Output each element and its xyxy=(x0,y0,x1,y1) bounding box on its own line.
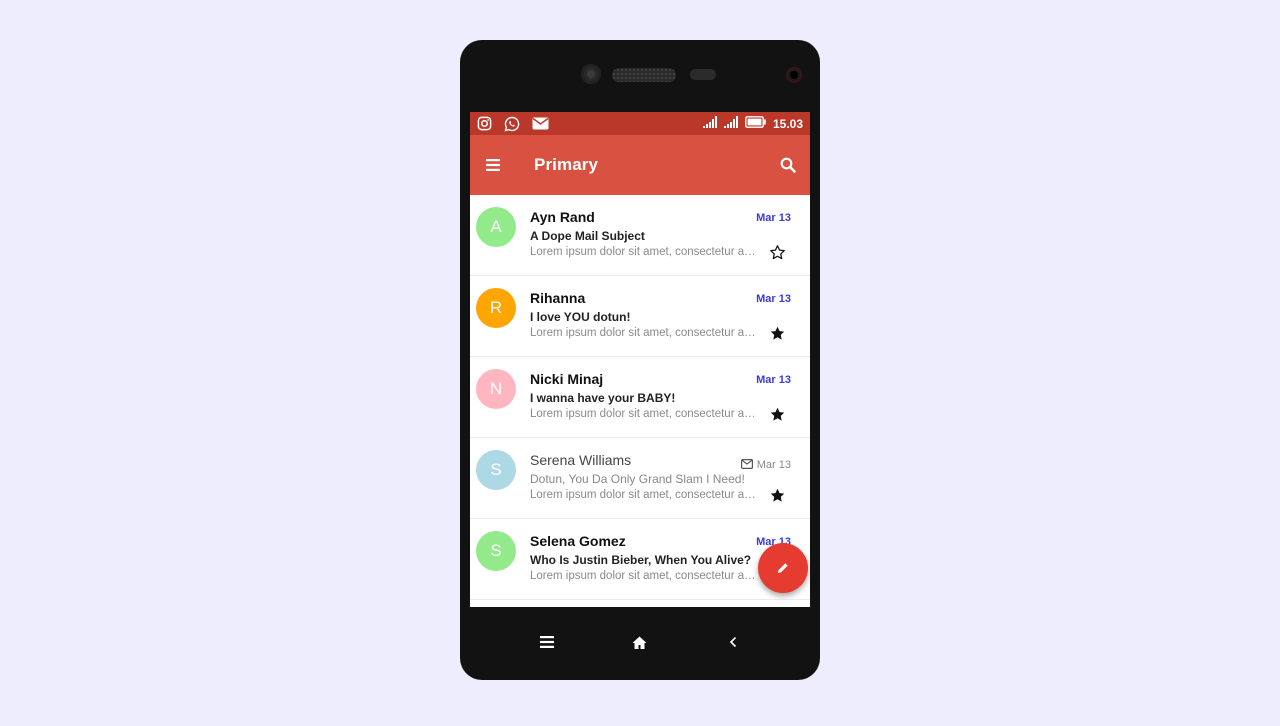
mail-snippet: Lorem ipsum dolor sit amet, consectetur … xyxy=(530,246,756,258)
signal-icon xyxy=(702,115,719,133)
mail-sender: Ayn Rand xyxy=(530,209,595,225)
mail-snippet: Lorem ipsum dolor sit amet, consectetur … xyxy=(530,327,756,339)
mail-date: Mar 13 xyxy=(756,459,791,471)
mail-snippet: Lorem ipsum dolor sit amet, consectetur … xyxy=(530,570,756,582)
page-title: Primary xyxy=(534,155,599,174)
status-right: 15.03 xyxy=(702,115,803,133)
mail-subject: I wanna have your BABY! xyxy=(530,391,676,405)
app-bar: Primary xyxy=(470,135,810,195)
menu-icon xyxy=(539,636,554,648)
avatar: R xyxy=(476,288,516,328)
battery-icon xyxy=(745,115,766,133)
camera-dot xyxy=(786,67,802,83)
mail-list-item[interactable]: S Serena Williams Dotun, You Da Only Grand… xyxy=(470,438,810,519)
back-icon xyxy=(730,636,737,648)
mail-date: Mar 13 xyxy=(756,212,791,224)
notification-icons xyxy=(477,116,549,132)
star-filled-icon[interactable] xyxy=(769,406,787,424)
mail-sender: Nicki Minaj xyxy=(530,371,604,387)
screen: 15.03 Primary A Ayn Rand A Dope Mail Subje… xyxy=(470,112,810,607)
whatsapp-icon xyxy=(504,116,520,132)
envelope-icon xyxy=(740,456,753,474)
avatar: S xyxy=(476,531,516,571)
star-filled-icon[interactable] xyxy=(769,487,787,505)
mail-icon xyxy=(532,117,549,130)
mail-subject: I love YOU dotun! xyxy=(530,310,631,324)
status-bar: 15.03 xyxy=(470,112,810,135)
nav-menu-button[interactable] xyxy=(535,630,559,654)
system-nav-bar xyxy=(460,620,820,664)
search-button[interactable] xyxy=(780,157,796,173)
proximity-sensor xyxy=(690,69,716,80)
avatar: S xyxy=(476,450,516,490)
mail-subject: A Dope Mail Subject xyxy=(530,229,645,243)
mail-sender: Serena Williams xyxy=(530,452,632,468)
avatar: A xyxy=(476,207,516,247)
search-icon xyxy=(780,157,796,173)
signal-icon-2 xyxy=(723,115,740,133)
mail-list-item[interactable]: N Nicki Minaj I wanna have your BABY! Lorem… xyxy=(470,357,810,438)
mail-list: A Ayn Rand A Dope Mail Subject Lorem ipsum … xyxy=(470,195,810,600)
pencil-icon xyxy=(778,562,789,573)
mail-date: Mar 13 xyxy=(756,374,791,386)
nav-home-button[interactable] xyxy=(628,630,652,654)
mail-list-item[interactable]: A Ayn Rand A Dope Mail Subject Lorem ipsum … xyxy=(470,195,810,276)
instagram-icon xyxy=(477,116,492,131)
phone-frame: 15.03 Primary A Ayn Rand A Dope Mail Subje… xyxy=(460,40,820,680)
mail-list-item[interactable]: R Rihanna I love YOU dotun! Lorem ipsum dol… xyxy=(470,276,810,357)
mail-date: Mar 13 xyxy=(756,293,791,305)
front-camera xyxy=(581,64,601,84)
mail-subject: Who Is Justin Bieber, When You Alive? xyxy=(530,553,752,567)
menu-button[interactable] xyxy=(484,156,502,174)
mail-date-row: Mar 13 xyxy=(740,456,791,474)
compose-button[interactable] xyxy=(758,543,808,593)
mail-sender: Selena Gomez xyxy=(530,533,626,549)
mail-snippet: Lorem ipsum dolor sit amet, consectetur … xyxy=(530,489,756,501)
mail-subject: Dotun, You Da Only Grand Slam I Need! xyxy=(530,472,745,486)
mail-sender: Rihanna xyxy=(530,290,586,306)
home-icon xyxy=(632,636,647,649)
mail-snippet: Lorem ipsum dolor sit amet, consectetur … xyxy=(530,408,756,420)
menu-icon xyxy=(486,159,500,171)
clock: 15.03 xyxy=(772,116,803,131)
speaker-grille xyxy=(612,68,676,82)
star-outline-icon[interactable] xyxy=(769,244,787,262)
star-filled-icon[interactable] xyxy=(769,325,787,343)
avatar: N xyxy=(476,369,516,409)
nav-back-button[interactable] xyxy=(721,630,745,654)
